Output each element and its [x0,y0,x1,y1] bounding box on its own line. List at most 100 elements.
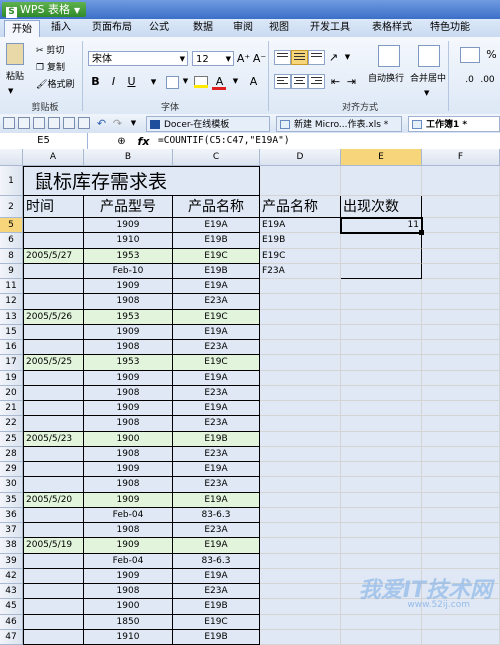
number-format-icon[interactable] [460,47,480,63]
row-header[interactable]: 30 [0,477,23,493]
tab-insert[interactable]: 插入 [44,19,78,37]
cell[interactable] [260,294,341,310]
model-cell[interactable]: 1908 [84,340,173,356]
summary-count-cell[interactable] [341,248,422,264]
row-header[interactable]: 39 [0,553,23,569]
name-cell[interactable]: E23A [173,523,260,539]
underline-button[interactable]: U [124,74,139,89]
date-cell[interactable] [23,629,84,645]
model-cell[interactable]: 1909 [84,492,173,508]
wrap-text-icon[interactable] [378,45,400,67]
cell[interactable] [341,401,422,417]
model-cell[interactable]: 1909 [84,218,173,234]
summary-count-cell[interactable] [341,233,422,249]
percent-button[interactable]: % [484,47,499,62]
name-cell[interactable]: E19C [173,309,260,325]
font-size-select[interactable]: 12 ▼ [192,51,234,66]
cell[interactable] [260,507,341,523]
cell[interactable] [260,492,341,508]
save-icon[interactable] [33,117,45,129]
align-middle-button[interactable] [291,50,308,65]
align-left-button[interactable] [274,74,291,89]
name-cell[interactable]: E19B [173,629,260,645]
column-title-cell[interactable]: 出现次数 [341,196,422,218]
redo-icon[interactable]: ↷ [110,116,125,131]
model-cell[interactable]: 1909 [84,462,173,478]
doc-tab-docer[interactable]: Docer-在线模板 [146,116,270,132]
column-header[interactable]: E [341,149,422,166]
row-header[interactable]: 13 [0,309,23,325]
column-title-cell[interactable]: 产品型号 [84,196,173,218]
cell[interactable] [260,340,341,356]
cell[interactable] [260,166,341,196]
model-cell[interactable]: 1908 [84,523,173,539]
name-cell[interactable]: E19B [173,599,260,615]
row-header[interactable]: 28 [0,446,23,462]
tab-page-layout[interactable]: 页面布局 [86,19,138,37]
name-cell[interactable]: E19B [173,431,260,447]
cell[interactable] [341,492,422,508]
cell[interactable] [422,355,500,371]
row-header[interactable]: 8 [0,248,23,264]
model-cell[interactable]: 1910 [84,629,173,645]
cell[interactable] [341,370,422,386]
model-cell[interactable]: 1908 [84,416,173,432]
model-cell[interactable]: 1910 [84,233,173,249]
cell[interactable] [341,538,422,554]
model-cell[interactable]: 1909 [84,401,173,417]
cell[interactable] [422,553,500,569]
tab-data[interactable]: 数据 [186,19,220,37]
cell[interactable] [341,340,422,356]
cell[interactable] [422,263,500,279]
date-cell[interactable] [23,416,84,432]
row-header[interactable]: 21 [0,401,23,417]
date-cell[interactable] [23,279,84,295]
model-cell[interactable]: 1850 [84,614,173,630]
tab-view[interactable]: 视图 [262,19,296,37]
row-header[interactable]: 16 [0,340,23,356]
print-icon[interactable] [48,117,60,129]
tab-developer[interactable]: 开发工具 [304,19,356,37]
model-cell[interactable]: 1908 [84,584,173,600]
wrap-text-button[interactable]: 自动换行 [368,73,404,85]
name-cell[interactable]: E19A [173,462,260,478]
model-cell[interactable]: 1953 [84,248,173,264]
chevron-down-icon[interactable]: ▼ [178,74,193,89]
summary-count-cell[interactable] [341,263,422,279]
cell[interactable] [260,431,341,447]
date-cell[interactable] [23,477,84,493]
cell[interactable] [341,355,422,371]
open-folder-icon[interactable] [18,117,30,129]
cell[interactable] [422,492,500,508]
date-cell[interactable] [23,218,84,234]
name-cell[interactable]: E19B [173,263,260,279]
merge-center-icon[interactable] [418,45,440,67]
date-cell[interactable]: 2005/5/26 [23,309,84,325]
row-header[interactable]: 35 [0,492,23,508]
date-cell[interactable] [23,568,84,584]
cell[interactable] [260,324,341,340]
row-header[interactable]: 45 [0,599,23,615]
model-cell[interactable]: 1908 [84,477,173,493]
model-cell[interactable]: 1900 [84,431,173,447]
column-header[interactable]: B [84,149,173,166]
model-cell[interactable]: 1908 [84,446,173,462]
cell[interactable] [422,629,500,645]
tab-formulas[interactable]: 公式 [142,19,176,37]
cell[interactable] [422,233,500,249]
column-title-cell[interactable]: 时间 [23,196,84,218]
date-cell[interactable]: 2005/5/27 [23,248,84,264]
text-orientation-icon[interactable]: ↗ [326,50,341,65]
cell[interactable] [422,462,500,478]
cell[interactable] [422,279,500,295]
row-header[interactable]: 19 [0,370,23,386]
new-file-icon[interactable] [3,117,15,129]
cell[interactable] [341,294,422,310]
row-header[interactable]: 20 [0,385,23,401]
name-cell[interactable]: E19C [173,614,260,630]
cell[interactable] [422,340,500,356]
date-cell[interactable] [23,507,84,523]
name-cell[interactable]: E19A [173,401,260,417]
name-cell[interactable]: E23A [173,340,260,356]
cell[interactable] [260,477,341,493]
